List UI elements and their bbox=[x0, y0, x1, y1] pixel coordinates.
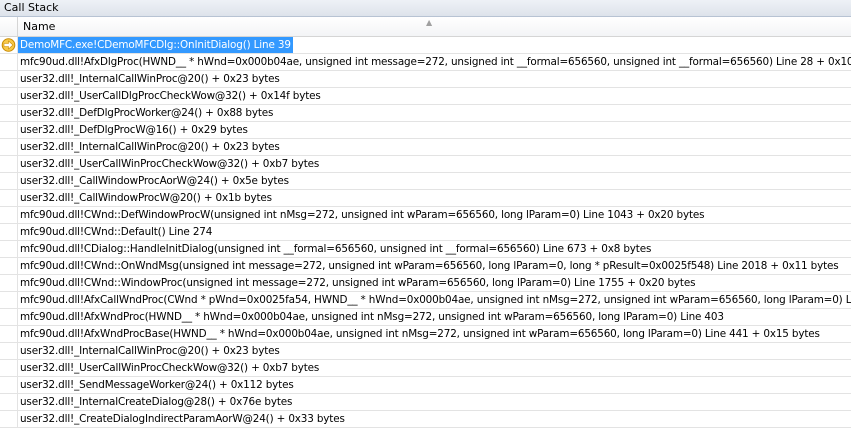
stack-frame-row-current[interactable]: DemoMFC.exe!CDemoMFCDlg::OnInitDialog() … bbox=[0, 37, 851, 54]
stack-frame-text: user32.dll!_DefDlgProcWorker@24() + 0x88… bbox=[20, 107, 274, 119]
row-gutter bbox=[0, 190, 18, 206]
stack-frame-row[interactable]: user32.dll!_InternalCallWinProc@20() + 0… bbox=[0, 71, 851, 88]
stack-frame-row[interactable]: user32.dll!_CreateDialogIndirectParamAor… bbox=[0, 411, 851, 428]
call-stack-list: DemoMFC.exe!CDemoMFCDlg::OnInitDialog() … bbox=[0, 37, 851, 428]
row-gutter bbox=[0, 241, 18, 257]
stack-frame-row[interactable]: mfc90ud.dll!CDialog::HandleInitDialog(un… bbox=[0, 241, 851, 258]
stack-frame-text: mfc90ud.dll!AfxDlgProc(HWND__ * hWnd=0x0… bbox=[20, 56, 851, 68]
stack-frame-text: user32.dll!_UserCallDlgProcCheckWow@32()… bbox=[20, 90, 321, 102]
stack-frame-text: mfc90ud.dll!CDialog::HandleInitDialog(un… bbox=[20, 243, 652, 255]
stack-frame-text: mfc90ud.dll!CWnd::OnWndMsg(unsigned int … bbox=[20, 260, 839, 272]
stack-frame-row[interactable]: mfc90ud.dll!CWnd::DefWindowProcW(unsigne… bbox=[0, 207, 851, 224]
header-gutter bbox=[0, 17, 18, 36]
row-gutter bbox=[0, 292, 18, 308]
stack-frame-row[interactable]: user32.dll!_UserCallWinProcCheckWow@32()… bbox=[0, 360, 851, 377]
stack-frame-text: mfc90ud.dll!CWnd::WindowProc(unsigned in… bbox=[20, 277, 696, 289]
stack-frame-text: user32.dll!_InternalCreateDialog@28() + … bbox=[20, 396, 293, 408]
stack-frame-row[interactable]: user32.dll!_SendMessageWorker@24() + 0x1… bbox=[0, 377, 851, 394]
stack-frame-text: user32.dll!_UserCallWinProcCheckWow@32()… bbox=[20, 362, 320, 374]
stack-frame-text: user32.dll!_CreateDialogIndirectParamAor… bbox=[20, 413, 345, 425]
row-gutter bbox=[0, 105, 18, 121]
row-gutter bbox=[0, 37, 18, 53]
stack-frame-text: DemoMFC.exe!CDemoMFCDlg::OnInitDialog() … bbox=[18, 37, 293, 53]
stack-frame-row[interactable]: user32.dll!_InternalCreateDialog@28() + … bbox=[0, 394, 851, 411]
stack-frame-row[interactable]: user32.dll!_InternalCallWinProc@20() + 0… bbox=[0, 139, 851, 156]
stack-frame-row[interactable]: user32.dll!_CallWindowProcW@20() + 0x1b … bbox=[0, 190, 851, 207]
row-gutter bbox=[0, 224, 18, 240]
row-gutter bbox=[0, 173, 18, 189]
row-gutter bbox=[0, 71, 18, 87]
row-gutter bbox=[0, 139, 18, 155]
call-stack-window: Call Stack Name ▲ DemoMFC.exe!CDemoMFCDl… bbox=[0, 0, 851, 432]
row-gutter bbox=[0, 360, 18, 376]
column-header-row: Name ▲ bbox=[0, 17, 851, 37]
row-gutter bbox=[0, 156, 18, 172]
stack-frame-text: user32.dll!_InternalCallWinProc@20() + 0… bbox=[20, 345, 280, 357]
row-gutter bbox=[0, 377, 18, 393]
stack-frame-text: mfc90ud.dll!AfxWndProcBase(HWND__ * hWnd… bbox=[20, 328, 820, 340]
column-header-name[interactable]: Name bbox=[23, 17, 55, 36]
row-gutter bbox=[0, 54, 18, 70]
stack-frame-text: user32.dll!_UserCallWinProcCheckWow@32()… bbox=[20, 158, 320, 170]
stack-frame-row[interactable]: mfc90ud.dll!AfxDlgProc(HWND__ * hWnd=0x0… bbox=[0, 54, 851, 71]
stack-frame-row[interactable]: mfc90ud.dll!CWnd::WindowProc(unsigned in… bbox=[0, 275, 851, 292]
stack-frame-row[interactable]: user32.dll!_CallWindowProcAorW@24() + 0x… bbox=[0, 173, 851, 190]
stack-frame-row[interactable]: user32.dll!_UserCallWinProcCheckWow@32()… bbox=[0, 156, 851, 173]
stack-frame-text: user32.dll!_CallWindowProcAorW@24() + 0x… bbox=[20, 175, 289, 187]
stack-frame-text: mfc90ud.dll!CWnd::Default() Line 274 bbox=[20, 226, 213, 238]
stack-frame-row[interactable]: user32.dll!_UserCallDlgProcCheckWow@32()… bbox=[0, 88, 851, 105]
stack-frame-row[interactable]: mfc90ud.dll!AfxWndProcBase(HWND__ * hWnd… bbox=[0, 326, 851, 343]
stack-frame-row[interactable]: user32.dll!_DefDlgProcWorker@24() + 0x88… bbox=[0, 105, 851, 122]
row-gutter bbox=[0, 309, 18, 325]
stack-frame-row[interactable]: mfc90ud.dll!AfxCallWndProc(CWnd * pWnd=0… bbox=[0, 292, 851, 309]
stack-frame-text: user32.dll!_CallWindowProcW@20() + 0x1b … bbox=[20, 192, 272, 204]
row-gutter bbox=[0, 122, 18, 138]
stack-frame-text: user32.dll!_InternalCallWinProc@20() + 0… bbox=[20, 141, 280, 153]
window-title: Call Stack bbox=[0, 0, 851, 17]
stack-frame-row[interactable]: user32.dll!_InternalCallWinProc@20() + 0… bbox=[0, 343, 851, 360]
sort-indicator-icon: ▲ bbox=[426, 18, 433, 27]
stack-frame-row[interactable]: mfc90ud.dll!CWnd::Default() Line 274 bbox=[0, 224, 851, 241]
row-gutter bbox=[0, 258, 18, 274]
stack-frame-row[interactable]: mfc90ud.dll!AfxWndProc(HWND__ * hWnd=0x0… bbox=[0, 309, 851, 326]
stack-frame-row[interactable]: user32.dll!_DefDlgProcW@16() + 0x29 byte… bbox=[0, 122, 851, 139]
stack-frame-row[interactable]: mfc90ud.dll!CWnd::OnWndMsg(unsigned int … bbox=[0, 258, 851, 275]
stack-frame-text: mfc90ud.dll!AfxWndProc(HWND__ * hWnd=0x0… bbox=[20, 311, 724, 323]
row-gutter bbox=[0, 411, 18, 427]
row-gutter bbox=[0, 343, 18, 359]
stack-frame-text: user32.dll!_DefDlgProcW@16() + 0x29 byte… bbox=[20, 124, 248, 136]
stack-frame-text: mfc90ud.dll!CWnd::DefWindowProcW(unsigne… bbox=[20, 209, 705, 221]
row-gutter bbox=[0, 88, 18, 104]
stack-frame-text: user32.dll!_SendMessageWorker@24() + 0x1… bbox=[20, 379, 294, 391]
row-gutter bbox=[0, 207, 18, 223]
current-statement-arrow-icon bbox=[1, 38, 16, 52]
row-gutter bbox=[0, 394, 18, 410]
row-gutter bbox=[0, 326, 18, 342]
stack-frame-text: user32.dll!_InternalCallWinProc@20() + 0… bbox=[20, 73, 280, 85]
stack-frame-text: mfc90ud.dll!AfxCallWndProc(CWnd * pWnd=0… bbox=[20, 294, 851, 306]
row-gutter bbox=[0, 275, 18, 291]
